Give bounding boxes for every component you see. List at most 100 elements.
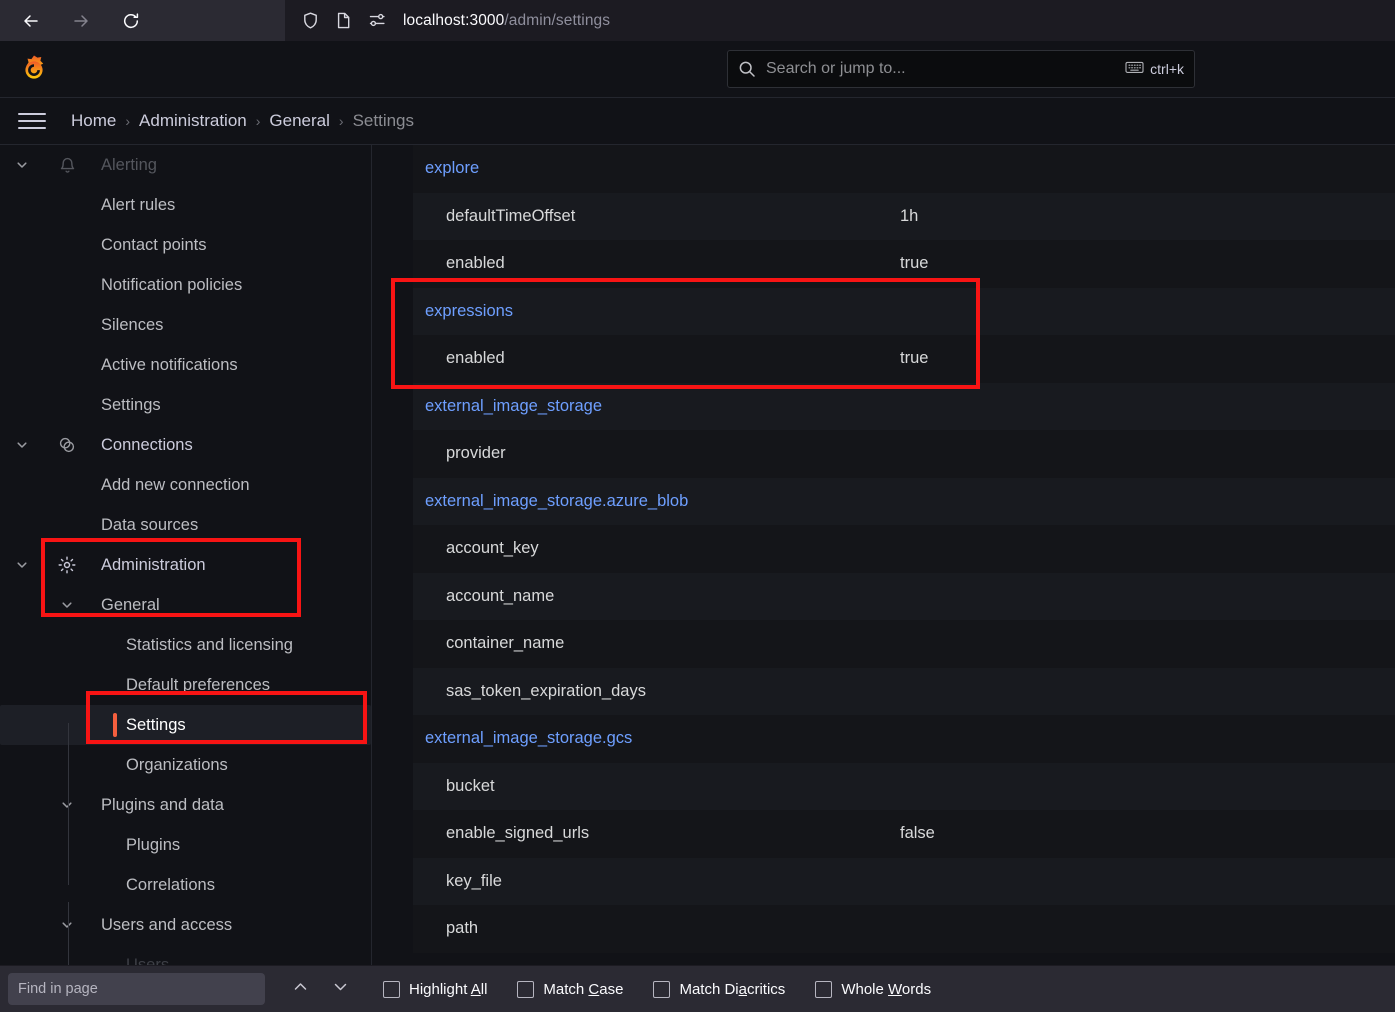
settings-row: account_name — [413, 572, 1395, 620]
sidebar-item-label: General — [101, 595, 160, 614]
checkbox-box[interactable] — [517, 980, 535, 998]
chevron-down-icon[interactable] — [58, 916, 76, 934]
settings-section-link[interactable]: external_image_storage — [425, 397, 602, 416]
settings-row: enabled true — [413, 240, 1395, 288]
hamburger-menu-icon[interactable] — [18, 107, 46, 135]
sidebar-item-label: Contact points — [101, 235, 207, 254]
settings-row: provider — [413, 430, 1395, 478]
url-bar[interactable]: localhost:3000/admin/settings — [285, 0, 1395, 41]
sidebar-item-alerting-settings[interactable]: Settings — [0, 385, 371, 425]
search-shortcut-text: ctrl+k — [1150, 61, 1184, 77]
settings-row: sas_token_expiration_days — [413, 667, 1395, 715]
checkbox-box[interactable] — [815, 980, 833, 998]
sidebar-item-plugins-and-data[interactable]: Plugins and data — [0, 785, 371, 825]
sidebar-item-active-notifications[interactable]: Active notifications — [0, 345, 371, 385]
match-case-checkbox[interactable]: Match Case — [517, 980, 624, 998]
match-diacritics-checkbox[interactable]: Match Diacritics — [653, 980, 785, 998]
forward-button[interactable] — [66, 6, 96, 36]
sidebar-item-label: Active notifications — [101, 355, 238, 374]
checkbox-label: Whole Words — [841, 980, 932, 998]
chevron-down-icon[interactable] — [58, 796, 76, 814]
sidebar-item-label: Silences — [101, 315, 164, 334]
checkbox-box[interactable] — [383, 980, 400, 998]
sidebar-item-label: Alerting — [101, 155, 157, 174]
search-bar[interactable]: Search or jump to... ctrl+k — [727, 50, 1195, 88]
app-body: Alerting Alert rules Contact points Notific… — [0, 145, 1395, 965]
grafana-logo[interactable] — [18, 53, 50, 85]
breadcrumb-item-administration[interactable]: Administration — [139, 111, 247, 131]
highlight-all-checkbox[interactable]: Highlight All — [383, 980, 487, 998]
settings-section-link[interactable]: explore — [425, 159, 479, 178]
chevron-down-icon[interactable] — [13, 556, 31, 574]
find-input[interactable] — [8, 973, 265, 1005]
sidebar-item-organizations[interactable]: Organizations — [0, 745, 371, 785]
sidebar-item-general[interactable]: General — [0, 585, 371, 625]
chevron-down-icon[interactable] — [13, 156, 31, 174]
chevron-up-icon — [291, 977, 310, 1001]
settings-key-label: provider — [446, 444, 506, 463]
chevron-down-icon[interactable] — [13, 436, 31, 454]
sidebar-item-correlations[interactable]: Correlations — [0, 865, 371, 905]
settings-key-label: sas_token_expiration_days — [446, 681, 646, 700]
settings-row: key_file — [413, 857, 1395, 905]
sidebar-item-silences[interactable]: Silences — [0, 305, 371, 345]
settings-value: false — [900, 824, 935, 843]
sidebar-tree-line — [68, 723, 69, 885]
search-shortcut-hint: ctrl+k — [1125, 60, 1184, 79]
sidebar-item-contact-points[interactable]: Contact points — [0, 225, 371, 265]
sidebar-item-administration[interactable]: Administration — [0, 545, 371, 585]
whole-words-checkbox[interactable]: Whole Words — [815, 980, 932, 998]
sidebar-item-data-sources[interactable]: Data sources — [0, 505, 371, 545]
site-permissions-icon[interactable] — [367, 11, 387, 30]
checkbox-box[interactable] — [653, 980, 671, 998]
active-item-indicator — [113, 713, 117, 737]
breadcrumb-item-home[interactable]: Home — [71, 111, 116, 131]
breadcrumb-separator: › — [125, 113, 131, 129]
sidebar-item-default-preferences[interactable]: Default preferences — [0, 665, 371, 705]
sidebar-item-alert-rules[interactable]: Alert rules — [0, 185, 371, 225]
sidebar-item-label: Connections — [101, 435, 193, 454]
sidebar-item-label: Plugins and data — [101, 795, 224, 814]
sidebar-item-plugins[interactable]: Plugins — [0, 825, 371, 865]
bell-icon — [56, 154, 78, 176]
sidebar-item-settings[interactable]: Settings — [0, 705, 371, 745]
settings-key-label: enabled — [446, 254, 505, 273]
browser-toolbar: localhost:3000/admin/settings — [0, 0, 1395, 41]
checkbox-label: Match Case — [543, 980, 624, 998]
sidebar-item-label: Users — [126, 955, 170, 966]
sidebar-item-notification-policies[interactable]: Notification policies — [0, 265, 371, 305]
keyboard-icon — [1125, 60, 1144, 79]
settings-key-label: path — [446, 919, 479, 938]
settings-row: enabled true — [413, 335, 1395, 383]
back-button[interactable] — [16, 6, 46, 36]
sidebar-item-statistics-and-licensing[interactable]: Statistics and licensing — [0, 625, 371, 665]
sidebar-item-label: Notification policies — [101, 275, 243, 294]
settings-section-link[interactable]: external_image_storage.azure_blob — [425, 492, 688, 511]
reader-mode-icon[interactable] — [334, 11, 353, 30]
sidebar-item-label: Organizations — [126, 755, 228, 774]
breadcrumb-item-general[interactable]: General — [269, 111, 329, 131]
settings-row: container_name — [413, 620, 1395, 668]
sidebar-navigation[interactable]: Alerting Alert rules Contact points Notific… — [0, 145, 372, 965]
sidebar-item-label: Settings — [101, 395, 161, 414]
sidebar-item-users-and-access[interactable]: Users and access — [0, 905, 371, 945]
sidebar-item-alerting[interactable]: Alerting — [0, 145, 371, 185]
find-next-button[interactable] — [327, 976, 353, 1002]
sidebar-item-users[interactable]: Users — [0, 945, 371, 966]
shield-icon[interactable] — [301, 11, 320, 30]
settings-section-link[interactable]: external_image_storage.gcs — [425, 729, 632, 748]
settings-content: explore defaultTimeOffset 1h enabled true exp… — [372, 145, 1395, 965]
settings-row: path — [413, 905, 1395, 953]
settings-section-link[interactable]: expressions — [425, 302, 513, 321]
url-host: localhost:3000 — [403, 11, 505, 29]
sidebar-tree-line — [68, 902, 69, 965]
gear-icon — [56, 554, 78, 576]
chevron-down-icon[interactable] — [58, 596, 76, 614]
breadcrumb-separator: › — [338, 113, 344, 129]
sidebar-item-label: Alert rules — [101, 195, 176, 214]
find-previous-button[interactable] — [287, 976, 313, 1002]
sidebar-item-connections[interactable]: Connections — [0, 425, 371, 465]
reload-button[interactable] — [116, 6, 146, 36]
sidebar-item-add-new-connection[interactable]: Add new connection — [0, 465, 371, 505]
sidebar-item-label: Add new connection — [101, 475, 250, 494]
